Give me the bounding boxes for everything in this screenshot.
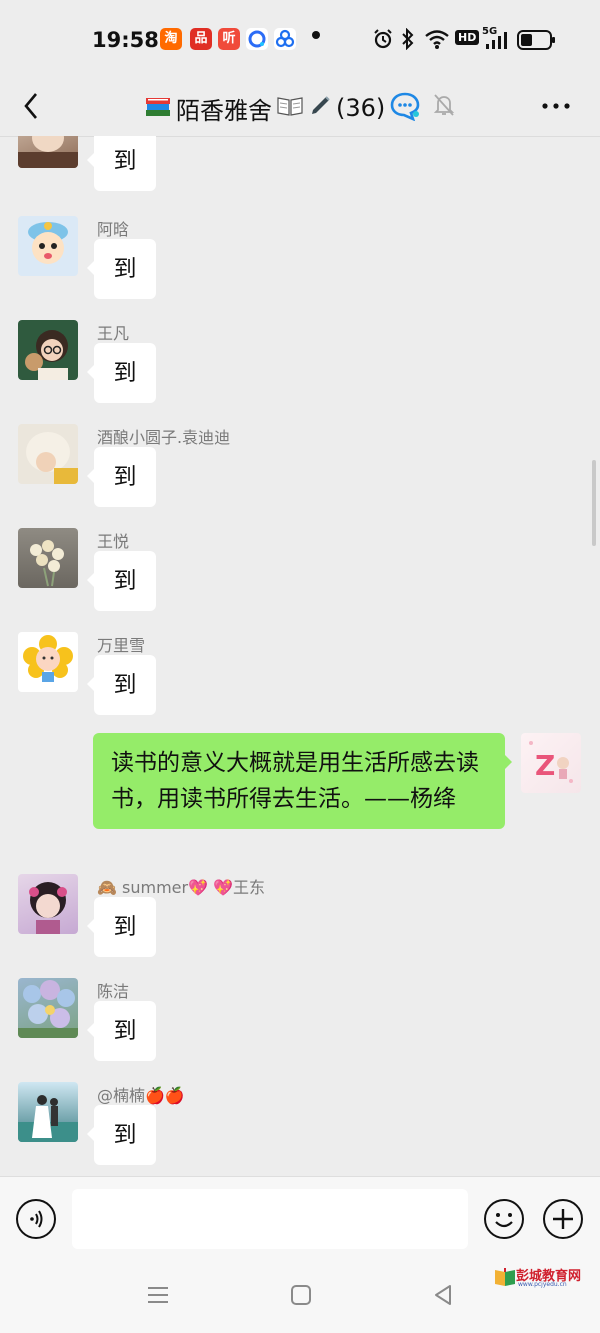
status-bar: 19:58 淘 品 听 HD 5G [0,0,600,78]
avatar-letter: Z [535,749,555,782]
message-bubble[interactable]: 到 [87,136,156,191]
avatar[interactable] [18,874,78,934]
message-bubble[interactable]: 到 [87,239,156,299]
sender-name: 王悦 [97,532,130,551]
browser-icon [246,28,268,50]
emoji-button[interactable] [484,1199,524,1239]
share-icon [274,28,296,50]
ting-icon: 听 [218,28,240,50]
open-book-icon [276,94,304,122]
avatar[interactable] [18,632,78,692]
notification-dot [312,31,320,39]
avatar[interactable] [18,136,78,168]
more-functions-button[interactable] [543,1199,583,1239]
wifi-icon [424,28,450,54]
message-bubble[interactable]: 到 [87,1105,156,1165]
hd-badge: HD [455,30,480,45]
home-icon[interactable] [290,1284,312,1310]
message-input[interactable] [72,1189,468,1249]
my-message-bubble[interactable]: 读书的意义大概就是用生活所感去读书，用读书所得去生活。——杨绛 [93,733,512,829]
group-chat-icon [389,91,421,125]
books-icon [144,93,172,123]
sender-name: 阿晗 [97,220,130,239]
message-bubble[interactable]: 到 [87,897,156,957]
watermark-url: www.pcjyedu.cn [518,1281,567,1288]
avatar[interactable] [18,424,78,484]
plus-icon [553,1209,573,1229]
signal-icon [484,32,510,54]
message-bubble[interactable]: 到 [87,655,156,715]
sender-name: 陈洁 [97,982,130,1001]
input-bar [0,1176,600,1263]
scrollbar[interactable] [592,460,596,546]
more-dots-icon [542,103,570,109]
smiley-icon [495,1213,513,1228]
back-triangle-icon[interactable] [432,1284,454,1310]
avatar[interactable] [18,216,78,276]
watermark-book-icon [495,1268,515,1286]
status-time: 19:58 [92,28,159,52]
pinduoduo-icon: 品 [190,28,212,50]
pen-icon [308,94,332,122]
message-bubble[interactable]: 到 [87,343,156,403]
group-name: 陌香雅舍 [176,96,272,125]
sender-name: @楠楠🍎🍎 [97,1086,185,1105]
alarm-icon [372,28,394,54]
mute-bell-icon [432,92,456,122]
chat-header: 陌香雅舍 (36) [0,78,600,137]
sender-name: 王凡 [97,324,130,343]
battery-icon [517,30,557,54]
sender-name: 万里雪 [97,636,146,655]
avatar[interactable] [18,528,78,588]
avatar[interactable] [18,978,78,1038]
taobao-icon: 淘 [160,28,182,50]
message-bubble[interactable]: 到 [87,551,156,611]
my-avatar[interactable]: Z [521,733,581,793]
more-options-button[interactable] [540,94,572,119]
voice-button[interactable] [16,1199,56,1239]
voice-icon [30,1210,43,1228]
chevron-left-icon [24,93,37,119]
member-count: (36) [336,94,386,122]
watermark: 彭城教育网 www.pcjyedu.cn [494,1264,596,1290]
sender-name: 🙈 summer💖 💖王东 [97,878,266,897]
avatar[interactable] [18,1082,78,1142]
message-bubble[interactable]: 到 [87,1001,156,1061]
chat-message-list[interactable]: 到 阿晗 到 王凡 到 酒酿小圆子.袁迪迪 到 王悦 到 万里雪 到 [0,136,600,1176]
bluetooth-icon [400,27,416,54]
menu-icon[interactable] [146,1284,170,1310]
chat-title[interactable]: 陌香雅舍 (36) [144,88,421,128]
back-button[interactable] [18,84,48,128]
sender-name: 酒酿小圆子.袁迪迪 [97,428,231,447]
message-bubble[interactable]: 到 [87,447,156,507]
avatar[interactable] [18,320,78,380]
